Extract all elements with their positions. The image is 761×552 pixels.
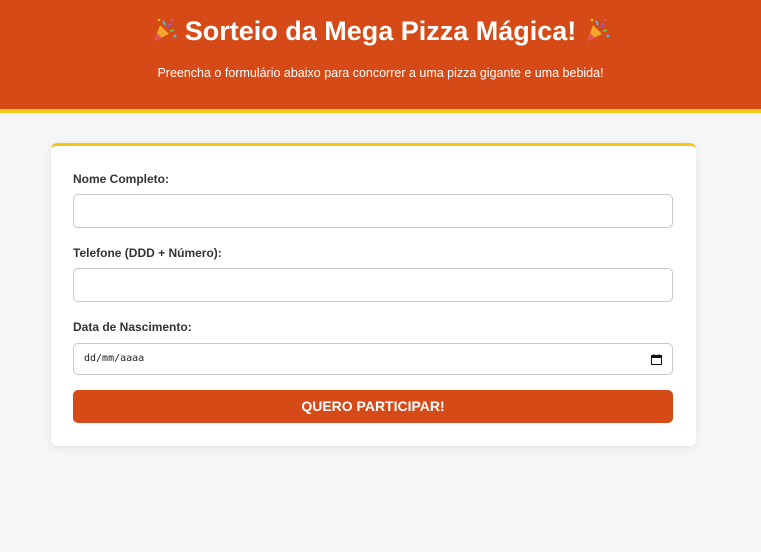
party-popper-icon	[153, 18, 177, 41]
birth-date-input[interactable]: dd/mm/aaaa	[73, 343, 673, 375]
name-label: Nome Completo:	[73, 172, 169, 186]
page-title: Sorteio da Mega Pizza Mágica!	[184, 16, 577, 46]
form-card: Nome Completo: Telefone (DDD + Número): …	[51, 143, 696, 446]
party-popper-icon	[587, 18, 610, 41]
phone-input[interactable]	[73, 268, 673, 302]
calendar-icon[interactable]	[651, 354, 662, 365]
birth-date-placeholder: dd/mm/aaaa	[84, 353, 145, 364]
page-title-row: Sorteio da Mega Pizza Mágica!	[0, 13, 761, 49]
birth-date-label: Data de Nascimento:	[73, 320, 192, 334]
submit-button[interactable]: QUERO PARTICIPAR!	[73, 390, 673, 423]
page-header: Sorteio da Mega Pizza Mágica! Preencha o…	[0, 0, 761, 113]
phone-label: Telefone (DDD + Número):	[73, 246, 222, 260]
page-subtitle: Preencha o formulário abaixo para concor…	[157, 66, 604, 80]
name-input[interactable]	[73, 194, 673, 228]
